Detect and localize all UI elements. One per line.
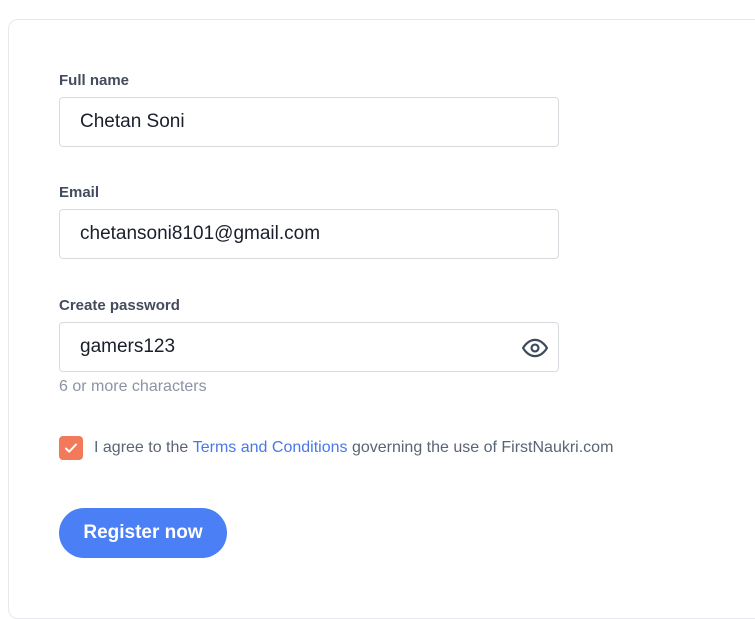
password-hint: 6 or more characters <box>59 378 207 395</box>
email-field: Email <box>59 183 559 259</box>
full-name-field: Full name <box>59 71 559 147</box>
terms-agreement: I agree to the Terms and Conditions gove… <box>59 436 613 460</box>
terms-prefix: I agree to the <box>94 439 189 456</box>
email-input[interactable] <box>60 210 558 258</box>
eye-icon[interactable] <box>522 335 548 361</box>
terms-suffix: governing the use of FirstNaukri.com <box>351 439 614 456</box>
full-name-input[interactable] <box>60 98 558 146</box>
password-input-box <box>59 322 559 372</box>
password-label: Create password <box>59 297 180 314</box>
password-input[interactable] <box>60 323 558 371</box>
full-name-label: Full name <box>59 72 130 89</box>
checkmark-icon <box>65 443 77 453</box>
terms-link[interactable]: Terms and Conditions <box>193 439 348 457</box>
register-button[interactable]: Register now <box>59 508 227 558</box>
email-label: Email <box>59 184 100 201</box>
full-name-input-box <box>59 97 559 147</box>
terms-checkbox[interactable] <box>59 436 83 460</box>
email-input-box <box>59 209 559 259</box>
password-field: Create password <box>59 296 559 372</box>
